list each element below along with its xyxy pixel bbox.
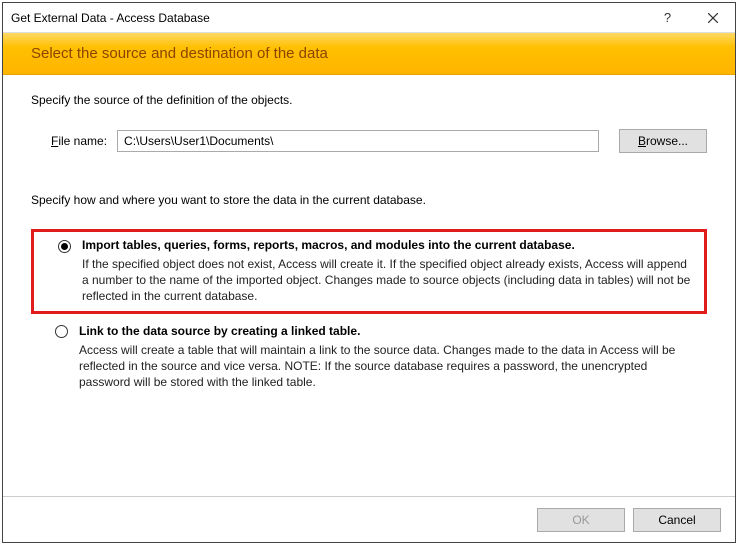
file-name-input[interactable] (117, 130, 599, 152)
help-button[interactable]: ? (645, 3, 690, 33)
store-label: Specify how and where you want to store … (31, 193, 707, 207)
option-link-desc: Access will create a table that will mai… (79, 342, 699, 391)
option-link-title: Link to the data source by creating a li… (79, 324, 699, 338)
banner: Select the source and destination of the… (3, 33, 735, 75)
option-import-title: Import tables, queries, forms, reports, … (82, 238, 696, 252)
ok-button[interactable]: OK (537, 508, 625, 532)
option-link[interactable]: Link to the data source by creating a li… (31, 318, 707, 397)
source-label: Specify the source of the definition of … (31, 93, 707, 107)
close-button[interactable] (690, 3, 735, 33)
option-import[interactable]: Import tables, queries, forms, reports, … (31, 229, 707, 314)
radio-import[interactable] (58, 240, 71, 253)
footer: OK Cancel (3, 496, 735, 542)
close-icon (708, 13, 718, 23)
file-name-label: File name: (51, 134, 107, 148)
radio-link[interactable] (55, 325, 68, 338)
browse-button[interactable]: Browse... (619, 129, 707, 153)
titlebar: Get External Data - Access Database ? (3, 3, 735, 33)
window-title: Get External Data - Access Database (11, 11, 645, 25)
file-row: File name: Browse... (31, 129, 707, 153)
dialog-window: Get External Data - Access Database ? Se… (2, 2, 736, 543)
option-import-desc: If the specified object does not exist, … (82, 256, 696, 305)
cancel-button[interactable]: Cancel (633, 508, 721, 532)
content-area: Specify the source of the definition of … (3, 75, 735, 496)
banner-heading: Select the source and destination of the… (31, 45, 328, 62)
